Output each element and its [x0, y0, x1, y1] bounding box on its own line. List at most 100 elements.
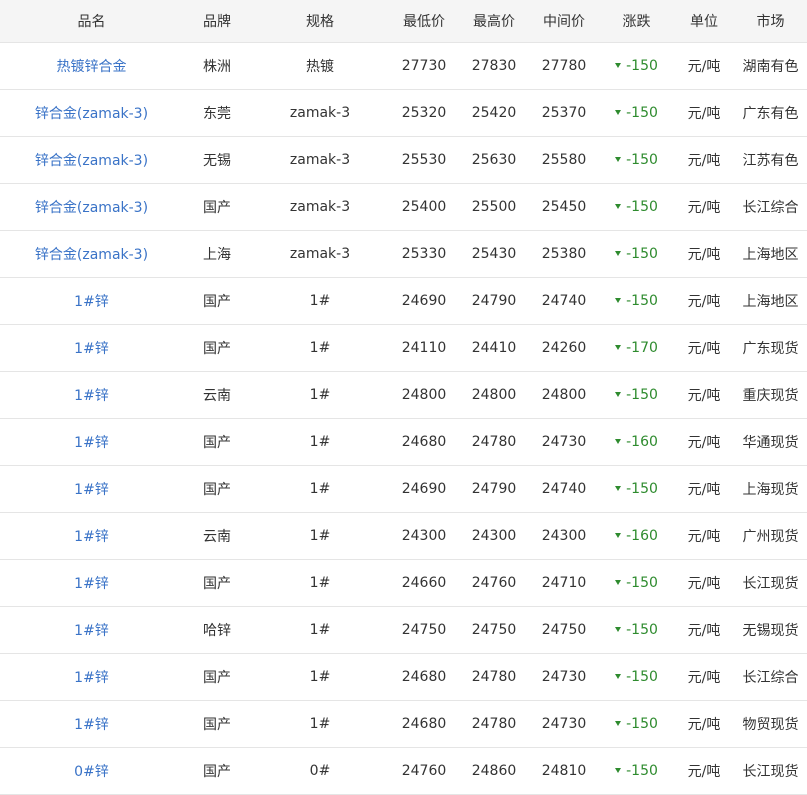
product-name: 1#锌	[0, 559, 183, 607]
table-row: 1#锌 国产 1# 24690 24790 24740 -150 元/吨 上海现货	[0, 465, 807, 513]
brand-cell: 国产	[183, 465, 251, 513]
change-cell: -160	[599, 418, 674, 466]
unit-cell: 元/吨	[674, 700, 734, 748]
brand-cell: 云南	[183, 371, 251, 419]
change-value: -150	[626, 574, 658, 591]
high-price-cell: 24300	[459, 512, 529, 560]
unit-cell: 元/吨	[674, 183, 734, 231]
unit-cell: 元/吨	[674, 277, 734, 325]
mid-price-cell: 24730	[529, 418, 599, 466]
low-price-cell: 24110	[389, 324, 459, 372]
high-price-cell: 24410	[459, 324, 529, 372]
table-row: 锌合金(zamak-3) 无锡 zamak-3 25530 25630 25580 -150…	[0, 136, 807, 184]
spec-cell: 1#	[251, 465, 389, 513]
mid-price-cell: 24740	[529, 465, 599, 513]
table-row: 1#锌 国产 1# 24680 24780 24730 -150 元/吨 长江综合	[0, 653, 807, 701]
high-price-cell: 24780	[459, 418, 529, 466]
change-cell: -150	[599, 653, 674, 701]
brand-cell: 国产	[183, 653, 251, 701]
table-row: 0#锌 国产 0# 24760 24860 24810 -150 元/吨 长江现货	[0, 747, 807, 795]
unit-cell: 元/吨	[674, 230, 734, 278]
product-link[interactable]: 1#锌	[74, 341, 109, 357]
change-cell: -150	[599, 606, 674, 654]
brand-cell: 国产	[183, 747, 251, 795]
mid-price-cell: 24300	[529, 512, 599, 560]
market-cell: 长江综合	[734, 653, 807, 701]
low-price-cell: 24690	[389, 465, 459, 513]
table-row: 1#锌 哈锌 1# 24750 24750 24750 -150 元/吨 无锡现货	[0, 606, 807, 654]
product-name: 锌合金(zamak-3)	[0, 230, 183, 278]
unit-cell: 元/吨	[674, 653, 734, 701]
table-row: 1#锌 云南 1# 24800 24800 24800 -150 元/吨 重庆现货	[0, 371, 807, 419]
product-link[interactable]: 1#锌	[74, 529, 109, 545]
high-price-cell: 24760	[459, 559, 529, 607]
change-value: -160	[626, 433, 658, 450]
down-triangle-icon	[615, 721, 622, 726]
low-price-cell: 24750	[389, 606, 459, 654]
product-link[interactable]: 1#锌	[74, 294, 109, 310]
product-link[interactable]: 1#锌	[74, 623, 109, 639]
down-triangle-icon	[615, 345, 622, 350]
product-name: 锌合金(zamak-3)	[0, 136, 183, 184]
market-cell: 长江现货	[734, 559, 807, 607]
market-cell: 广东现货	[734, 324, 807, 372]
down-triangle-icon	[615, 251, 622, 256]
unit-cell: 元/吨	[674, 747, 734, 795]
product-link[interactable]: 锌合金(zamak-3)	[35, 200, 148, 216]
change-cell: -150	[599, 230, 674, 278]
low-price-cell: 24680	[389, 653, 459, 701]
spec-cell: 1#	[251, 606, 389, 654]
low-price-cell: 25330	[389, 230, 459, 278]
spec-cell: zamak-3	[251, 230, 389, 278]
market-cell: 广东有色	[734, 89, 807, 137]
product-link[interactable]: 锌合金(zamak-3)	[35, 247, 148, 263]
low-price-cell: 25530	[389, 136, 459, 184]
brand-cell: 国产	[183, 559, 251, 607]
table-row: 1#锌 云南 1# 24300 24300 24300 -160 元/吨 广州现货	[0, 512, 807, 560]
product-link[interactable]: 1#锌	[74, 388, 109, 404]
unit-cell: 元/吨	[674, 136, 734, 184]
mid-price-cell: 24800	[529, 371, 599, 419]
change-value: -160	[626, 527, 658, 544]
change-value: -150	[626, 151, 658, 168]
product-link[interactable]: 锌合金(zamak-3)	[35, 153, 148, 169]
brand-cell: 国产	[183, 324, 251, 372]
brand-cell: 国产	[183, 418, 251, 466]
brand-cell: 国产	[183, 700, 251, 748]
header-unit: 单位	[674, 0, 734, 43]
down-triangle-icon	[615, 157, 622, 162]
product-link[interactable]: 0#锌	[74, 764, 109, 780]
high-price-cell: 24790	[459, 465, 529, 513]
market-cell: 无锡现货	[734, 606, 807, 654]
header-market: 市场	[734, 0, 807, 43]
unit-cell: 元/吨	[674, 606, 734, 654]
mid-price-cell: 24750	[529, 606, 599, 654]
down-triangle-icon	[615, 204, 622, 209]
header-mid-price: 中间价	[529, 0, 599, 43]
unit-cell: 元/吨	[674, 42, 734, 90]
product-link[interactable]: 1#锌	[74, 435, 109, 451]
down-triangle-icon	[615, 674, 622, 679]
spec-cell: 热镀	[251, 42, 389, 90]
product-link[interactable]: 1#锌	[74, 670, 109, 686]
high-price-cell: 24780	[459, 700, 529, 748]
mid-price-cell: 25380	[529, 230, 599, 278]
change-cell: -160	[599, 512, 674, 560]
product-link[interactable]: 1#锌	[74, 717, 109, 733]
change-cell: -150	[599, 183, 674, 231]
low-price-cell: 24800	[389, 371, 459, 419]
product-link[interactable]: 锌合金(zamak-3)	[35, 106, 148, 122]
high-price-cell: 25630	[459, 136, 529, 184]
change-value: -150	[626, 292, 658, 309]
product-link[interactable]: 1#锌	[74, 576, 109, 592]
unit-cell: 元/吨	[674, 324, 734, 372]
spec-cell: 1#	[251, 559, 389, 607]
mid-price-cell: 24810	[529, 747, 599, 795]
spec-cell: 1#	[251, 277, 389, 325]
high-price-cell: 24800	[459, 371, 529, 419]
product-link[interactable]: 1#锌	[74, 482, 109, 498]
product-name: 热镀锌合金	[0, 42, 183, 90]
product-link[interactable]: 热镀锌合金	[57, 59, 127, 75]
market-cell: 长江综合	[734, 183, 807, 231]
low-price-cell: 27730	[389, 42, 459, 90]
